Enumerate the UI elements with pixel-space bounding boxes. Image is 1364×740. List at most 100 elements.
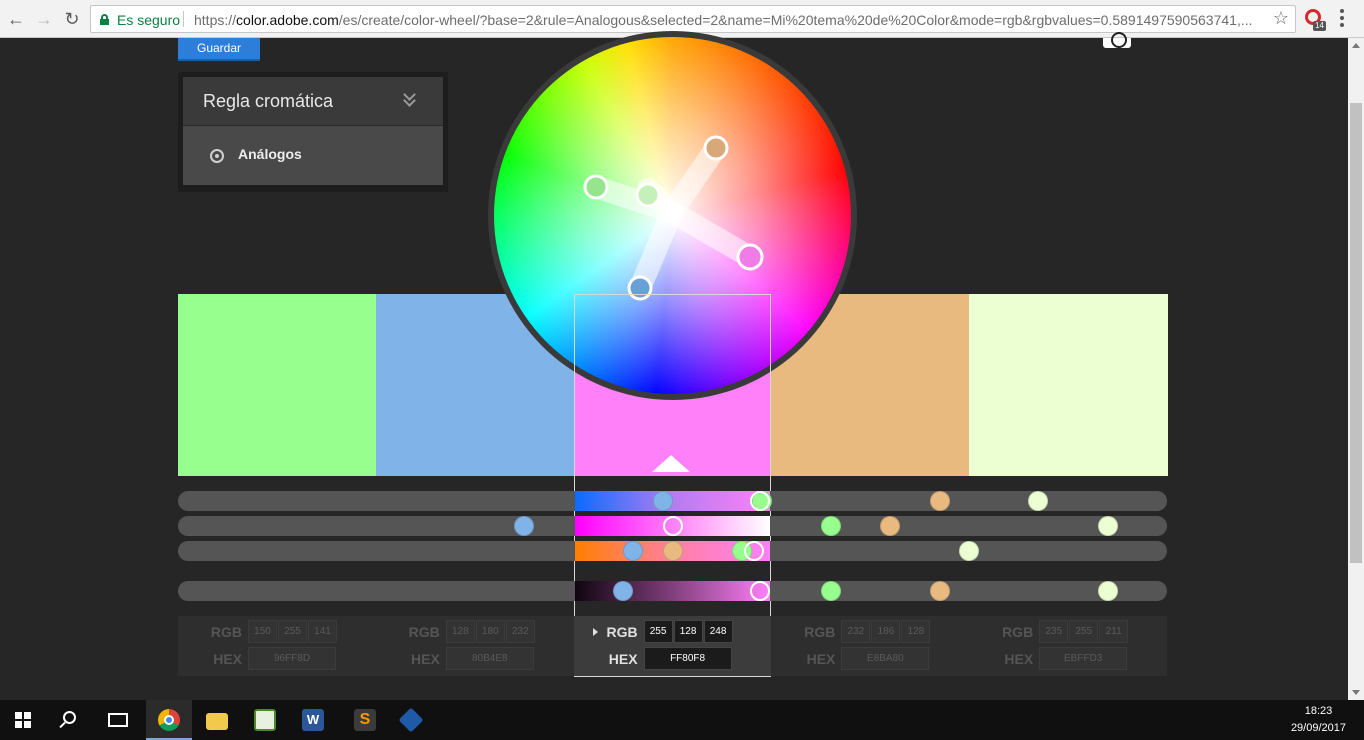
windows-taskbar: W S 18:23 29/09/2017 bbox=[0, 700, 1364, 740]
slider-knob[interactable] bbox=[662, 516, 683, 536]
rgb-value-field[interactable]: 232 bbox=[841, 620, 871, 643]
color-values-column: RGB 150 255 141 HEX 96FF8D bbox=[178, 616, 375, 676]
hex-value-field[interactable]: FF80F8 bbox=[643, 647, 732, 670]
taskbar-chrome[interactable] bbox=[146, 700, 192, 740]
selected-swatch-arrow bbox=[652, 455, 690, 472]
wheel-handle-green bbox=[583, 174, 609, 200]
selected-slider-gradient[interactable] bbox=[575, 581, 770, 601]
slider-knob[interactable] bbox=[820, 581, 841, 601]
hex-value-field[interactable]: EBFFD3 bbox=[1039, 647, 1128, 670]
scroll-up-arrow-icon[interactable] bbox=[1352, 43, 1360, 48]
back-arrow-icon[interactable]: ← bbox=[5, 8, 27, 30]
rgb-value-field[interactable]: 141 bbox=[308, 620, 337, 643]
rgb-label: RGB bbox=[408, 624, 440, 640]
double-chevron-down-icon[interactable] bbox=[403, 88, 417, 107]
slider-knob[interactable] bbox=[929, 491, 950, 511]
color-rule-dropdown[interactable]: Regla cromática bbox=[183, 77, 443, 126]
rgb-value-field[interactable]: 255 bbox=[278, 620, 307, 643]
rgb-value-field[interactable]: 211 bbox=[1099, 620, 1129, 643]
hex-label: HEX bbox=[1004, 651, 1034, 667]
slider-knob[interactable] bbox=[880, 516, 901, 536]
hex-label: HEX bbox=[411, 651, 440, 667]
virtualbox-icon bbox=[398, 707, 424, 733]
rgb-label: RGB bbox=[1002, 624, 1034, 640]
slider-knob[interactable] bbox=[1097, 516, 1118, 536]
taskbar-word[interactable]: W bbox=[290, 700, 336, 740]
hex-value-field[interactable]: E8BA80 bbox=[841, 647, 930, 670]
color-values-column: RGB 255 128 248 HEX FF80F8 bbox=[573, 616, 771, 676]
rgb-label: RGB bbox=[210, 624, 242, 640]
color-rule-title: Regla cromática bbox=[203, 91, 334, 111]
browser-menu-icon[interactable] bbox=[1340, 9, 1344, 27]
rgb-value-field[interactable]: 180 bbox=[475, 620, 505, 643]
chrome-icon bbox=[158, 709, 180, 731]
color-swatch[interactable] bbox=[178, 294, 377, 476]
rgb-value-field[interactable]: 232 bbox=[505, 620, 535, 643]
rule-option-label: Análogos bbox=[238, 146, 302, 162]
rule-option-analogous[interactable]: Análogos bbox=[183, 126, 443, 185]
rgb-label: RGB bbox=[804, 624, 836, 640]
rgb-value-field[interactable]: 248 bbox=[703, 620, 733, 643]
system-clock[interactable]: 18:23 29/09/2017 bbox=[1291, 703, 1346, 737]
rgb-value-field[interactable]: 235 bbox=[1039, 620, 1069, 643]
slider-knob[interactable] bbox=[613, 581, 634, 601]
color-swatch[interactable] bbox=[969, 294, 1168, 476]
radio-icon[interactable] bbox=[210, 149, 224, 163]
windows-start-icon[interactable] bbox=[15, 712, 31, 728]
rgb-value-field[interactable]: 128 bbox=[901, 620, 931, 643]
lock-icon bbox=[100, 14, 109, 25]
rgb-value-field[interactable]: 150 bbox=[248, 620, 277, 643]
hex-value-field[interactable]: 80B4E8 bbox=[445, 647, 534, 670]
rgb-value-field[interactable]: 128 bbox=[673, 620, 703, 643]
wheel-handle-blue bbox=[627, 275, 653, 301]
rgb-label: RGB bbox=[606, 624, 638, 640]
spreadsheet-icon bbox=[254, 709, 276, 731]
clock-time: 18:23 bbox=[1304, 705, 1333, 717]
slider-knob[interactable] bbox=[820, 516, 841, 536]
extension-badge: 14 bbox=[1313, 21, 1326, 31]
slider-knob[interactable] bbox=[929, 581, 950, 601]
rgb-value-field[interactable]: 128 bbox=[445, 620, 475, 643]
handle-stem-pink bbox=[661, 201, 761, 268]
task-view-icon[interactable] bbox=[108, 713, 128, 727]
slider-knob[interactable] bbox=[622, 541, 643, 561]
hex-value-field[interactable]: 96FF8D bbox=[248, 647, 336, 670]
slider-knob[interactable] bbox=[1097, 581, 1118, 601]
clock-date: 29/09/2017 bbox=[1290, 722, 1346, 734]
color-values-column: RGB 128 180 232 HEX 80B4E8 bbox=[376, 616, 573, 676]
slider-knob[interactable] bbox=[652, 491, 673, 511]
address-bar[interactable]: Es seguro https://color.adobe.com/es/cre… bbox=[90, 5, 1296, 33]
camera-icon[interactable] bbox=[1103, 32, 1131, 48]
hex-label: HEX bbox=[213, 651, 242, 667]
rgb-value-field[interactable]: 186 bbox=[871, 620, 901, 643]
omnibox-divider bbox=[183, 11, 184, 27]
color-rule-panel: Regla cromática Análogos bbox=[178, 72, 448, 192]
wheel-handle-orange bbox=[703, 135, 729, 161]
slider-knob[interactable] bbox=[514, 516, 535, 536]
scrollbar-thumb[interactable] bbox=[1350, 103, 1362, 563]
save-button[interactable]: Guardar bbox=[178, 38, 260, 61]
taskbar-sublime-text[interactable]: S bbox=[342, 700, 388, 740]
search-icon[interactable] bbox=[63, 711, 76, 724]
wheel-handles[interactable] bbox=[494, 37, 851, 394]
url-text[interactable]: https://color.adobe.com/es/create/color-… bbox=[194, 12, 1274, 28]
wheel-handle-pale-green bbox=[635, 182, 661, 208]
taskbar-spreadsheet[interactable] bbox=[242, 700, 288, 740]
taskbar-virtualbox[interactable] bbox=[388, 700, 434, 740]
taskbar-file-explorer[interactable] bbox=[194, 700, 240, 740]
sublime-text-icon: S bbox=[354, 709, 376, 731]
slider-knob[interactable] bbox=[662, 541, 683, 561]
reload-icon[interactable]: ↻ bbox=[61, 8, 83, 30]
color-values-panel: RGB 150 255 141 HEX 96FF8D RGB 128 180 232 HEX 80B4… bbox=[178, 616, 1167, 676]
wheel-handle-pink-selected bbox=[736, 243, 764, 271]
color-values-column: RGB 235 255 211 HEX EBFFD3 bbox=[969, 616, 1166, 676]
bookmark-star-icon[interactable]: ☆ bbox=[1273, 8, 1289, 29]
hex-label: HEX bbox=[608, 651, 638, 667]
vertical-scrollbar[interactable] bbox=[1348, 38, 1364, 700]
rgb-value-field[interactable]: 255 bbox=[643, 620, 673, 643]
forward-arrow-icon[interactable]: → bbox=[33, 8, 55, 30]
rgb-value-field[interactable]: 255 bbox=[1069, 620, 1099, 643]
folder-icon bbox=[206, 713, 228, 730]
scroll-down-arrow-icon[interactable] bbox=[1352, 690, 1360, 695]
word-icon: W bbox=[302, 709, 324, 731]
